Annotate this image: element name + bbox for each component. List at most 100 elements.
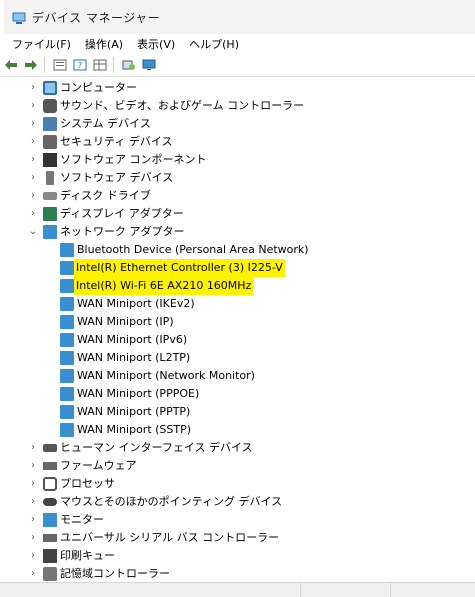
category-label: ユニバーサル シリアル バス コントローラー — [60, 531, 280, 544]
device-manager-icon — [12, 10, 26, 24]
category-network-adapters[interactable]: ⌄ ネットワーク アダプター — [0, 223, 475, 241]
device-label-highlighted: Intel(R) Wi-Fi 6E AX210 160MHz — [74, 277, 254, 295]
network-adapter-icon — [60, 423, 74, 437]
category-processors[interactable]: › プロセッサ — [0, 475, 475, 493]
network-device-wan-pptp[interactable]: WAN Miniport (PPTP) — [0, 403, 475, 421]
chevron-right-icon[interactable]: › — [28, 187, 38, 205]
properties-icon[interactable] — [51, 56, 69, 74]
network-device-ethernet[interactable]: Intel(R) Ethernet Controller (3) I225-V — [0, 259, 475, 277]
network-adapter-icon — [60, 297, 74, 311]
category-label: サウンド、ビデオ、およびゲーム コントローラー — [60, 99, 305, 112]
monitor-icon[interactable] — [140, 56, 158, 74]
network-device-wan-pppoe[interactable]: WAN Miniport (PPPOE) — [0, 385, 475, 403]
network-device-bluetooth[interactable]: Bluetooth Device (Personal Area Network) — [0, 241, 475, 259]
category-software-devices[interactable]: › ソフトウェア デバイス — [0, 169, 475, 187]
chevron-right-icon[interactable]: › — [28, 493, 38, 511]
network-adapter-icon — [43, 225, 57, 239]
category-label: コンピューター — [60, 81, 137, 94]
network-adapter-icon — [60, 261, 74, 275]
category-storage-controllers[interactable]: › 記憶域コントローラー — [0, 565, 475, 582]
category-mice[interactable]: › マウスとそのほかのポインティング デバイス — [0, 493, 475, 511]
chevron-right-icon[interactable]: › — [28, 529, 38, 547]
security-device-icon — [43, 135, 57, 149]
menu-help[interactable]: ヘルプ(H) — [189, 36, 239, 52]
help-icon[interactable]: ? — [71, 56, 89, 74]
system-device-icon — [43, 117, 57, 131]
chevron-down-icon[interactable]: ⌄ — [28, 223, 38, 241]
chevron-right-icon[interactable]: › — [28, 151, 38, 169]
device-tree: › コンピューター › サウンド、ビデオ、およびゲーム コントローラー › シス… — [0, 79, 475, 582]
display-adapter-icon — [43, 207, 57, 221]
forward-arrow-icon[interactable] — [22, 56, 40, 74]
network-device-wan-ipv6[interactable]: WAN Miniport (IPv6) — [0, 331, 475, 349]
menu-action[interactable]: 操作(A) — [85, 36, 123, 52]
toolbar: ? — [0, 54, 475, 77]
chevron-right-icon[interactable]: › — [28, 547, 38, 565]
device-label-highlighted: Intel(R) Ethernet Controller (3) I225-V — [74, 259, 285, 277]
chevron-right-icon[interactable]: › — [28, 475, 38, 493]
category-monitors[interactable]: › モニター — [0, 511, 475, 529]
print-queue-icon — [43, 549, 57, 563]
category-disk-drives[interactable]: › ディスク ドライブ — [0, 187, 475, 205]
title-bar: デバイス マネージャー — [4, 0, 475, 34]
back-arrow-icon[interactable] — [2, 56, 20, 74]
chevron-right-icon[interactable]: › — [28, 439, 38, 457]
chevron-right-icon[interactable]: › — [28, 97, 38, 115]
network-adapter-icon — [60, 351, 74, 365]
category-label: 印刷キュー — [60, 549, 115, 562]
chevron-right-icon[interactable]: › — [28, 511, 38, 529]
category-label: ネットワーク アダプター — [60, 225, 185, 238]
category-usb-controllers[interactable]: › ユニバーサル シリアル バス コントローラー — [0, 529, 475, 547]
scan-hardware-icon[interactable] — [120, 56, 138, 74]
usb-controller-icon — [43, 534, 57, 542]
chevron-right-icon[interactable]: › — [28, 133, 38, 151]
category-label: ソフトウェア コンポーネント — [60, 153, 207, 166]
category-system-devices[interactable]: › システム デバイス — [0, 115, 475, 133]
device-label: WAN Miniport (SSTP) — [77, 423, 192, 436]
category-firmware[interactable]: › ファームウェア — [0, 457, 475, 475]
status-divider — [390, 583, 391, 597]
chevron-right-icon[interactable]: › — [28, 205, 38, 223]
network-device-wan-netmon[interactable]: WAN Miniport (Network Monitor) — [0, 367, 475, 385]
menu-view[interactable]: 表示(V) — [137, 36, 175, 52]
network-adapter-icon — [60, 243, 74, 257]
category-sound-video-game[interactable]: › サウンド、ビデオ、およびゲーム コントローラー — [0, 97, 475, 115]
device-label: WAN Miniport (PPPOE) — [77, 387, 200, 400]
category-label: ヒューマン インターフェイス デバイス — [60, 441, 253, 454]
network-device-wan-ip[interactable]: WAN Miniport (IP) — [0, 313, 475, 331]
network-adapter-icon — [60, 315, 74, 329]
chevron-right-icon[interactable]: › — [28, 565, 38, 582]
category-label: マウスとそのほかのポインティング デバイス — [60, 495, 283, 508]
menu-file[interactable]: ファイル(F) — [12, 36, 71, 52]
network-device-wan-sstp[interactable]: WAN Miniport (SSTP) — [0, 421, 475, 439]
category-software-components[interactable]: › ソフトウェア コンポーネント — [0, 151, 475, 169]
speaker-icon — [43, 99, 57, 113]
software-component-icon — [43, 153, 57, 167]
software-device-icon — [46, 171, 54, 185]
chevron-right-icon[interactable]: › — [28, 115, 38, 133]
category-label: モニター — [60, 513, 104, 526]
network-device-wifi[interactable]: Intel(R) Wi-Fi 6E AX210 160MHz — [0, 277, 475, 295]
category-label: 記憶域コントローラー — [60, 567, 170, 580]
category-display-adapters[interactable]: › ディスプレイ アダプター — [0, 205, 475, 223]
network-device-wan-ikev2[interactable]: WAN Miniport (IKEv2) — [0, 295, 475, 313]
grid-view-icon[interactable] — [91, 56, 109, 74]
device-label: WAN Miniport (Network Monitor) — [77, 369, 255, 382]
category-print-queues[interactable]: › 印刷キュー — [0, 547, 475, 565]
network-adapter-icon — [60, 333, 74, 347]
network-adapter-icon — [60, 279, 74, 293]
svg-text:?: ? — [78, 61, 82, 70]
device-label: Bluetooth Device (Personal Area Network) — [77, 243, 309, 256]
category-label: ソフトウェア デバイス — [60, 171, 174, 184]
network-device-wan-l2tp[interactable]: WAN Miniport (L2TP) — [0, 349, 475, 367]
category-security-devices[interactable]: › セキュリティ デバイス — [0, 133, 475, 151]
category-hid[interactable]: › ヒューマン インターフェイス デバイス — [0, 439, 475, 457]
category-label: ディスク ドライブ — [60, 189, 151, 202]
chevron-right-icon[interactable]: › — [28, 457, 38, 475]
category-computer[interactable]: › コンピューター — [0, 79, 475, 97]
device-label: WAN Miniport (L2TP) — [77, 351, 191, 364]
category-label: プロセッサ — [60, 477, 115, 490]
chevron-right-icon[interactable]: › — [28, 169, 38, 187]
chevron-right-icon[interactable]: › — [28, 79, 38, 97]
disk-drive-icon — [43, 192, 57, 200]
